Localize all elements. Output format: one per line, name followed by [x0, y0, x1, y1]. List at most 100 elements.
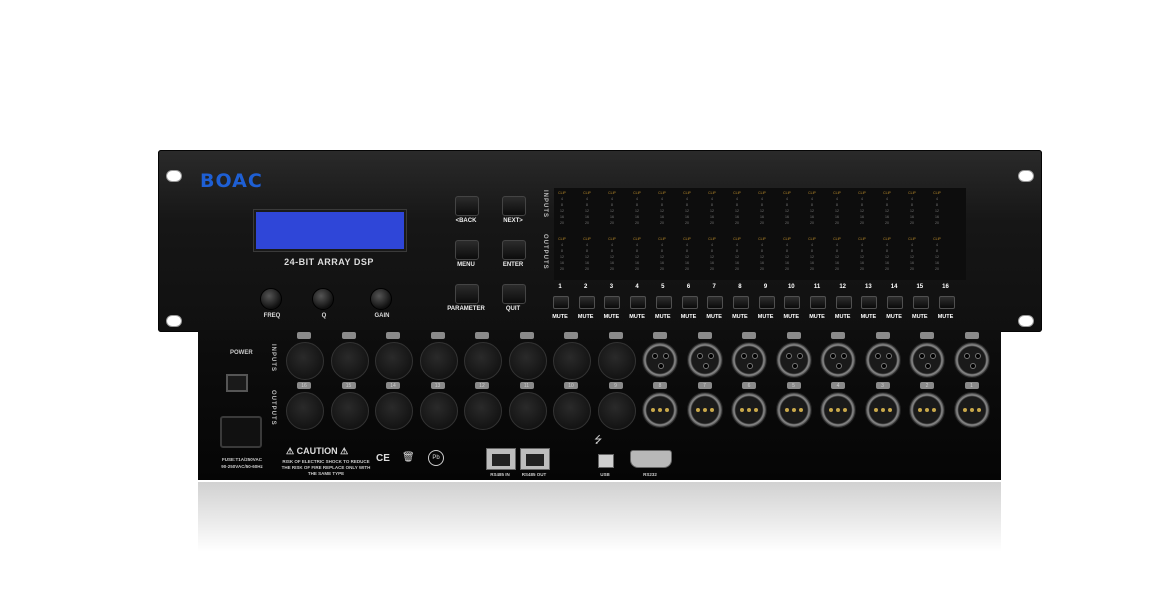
- blank-plate[interactable]: [375, 342, 413, 380]
- xlr-female-connector[interactable]: [686, 342, 723, 378]
- blank-plate[interactable]: [508, 392, 547, 430]
- blank-plate[interactable]: [464, 392, 502, 430]
- xlr-female-connector[interactable]: [775, 342, 812, 378]
- mute-label: MUTE: [886, 314, 902, 320]
- mute-button-2[interactable]: [578, 296, 595, 309]
- connector-pin: [791, 363, 798, 369]
- mute-button-11[interactable]: [810, 296, 826, 309]
- blank-plate[interactable]: [597, 392, 636, 430]
- xlr-male-connector[interactable]: [642, 392, 678, 428]
- mute-button-6[interactable]: [681, 296, 698, 309]
- mute-button-5[interactable]: [655, 296, 672, 309]
- xlr-female-connector[interactable]: [820, 342, 856, 378]
- xlr-female-connector[interactable]: [953, 342, 990, 378]
- connector-pin: [841, 353, 847, 359]
- rs485-out-port[interactable]: [520, 448, 550, 470]
- q-knob[interactable]: [312, 288, 334, 310]
- xlr-male-connector[interactable]: [686, 392, 723, 428]
- connector-pin: [887, 408, 892, 412]
- usb-port[interactable]: [598, 454, 614, 468]
- output-number: 3: [881, 383, 884, 389]
- back-button[interactable]: [455, 196, 479, 216]
- xlr-male-connector[interactable]: [864, 392, 901, 428]
- channel-number: 8: [738, 284, 742, 290]
- connector-pin: [798, 408, 803, 412]
- mute-button-3[interactable]: [604, 296, 621, 309]
- meter-column: CLIP 4 8 12 16 20: [579, 236, 595, 272]
- channel-number: 13: [865, 284, 872, 290]
- meter-scale-label: 20: [610, 267, 614, 271]
- lcd-display: [254, 210, 406, 251]
- mute-button-16[interactable]: [938, 296, 955, 309]
- xlr-male-connector[interactable]: [909, 392, 945, 428]
- mute-button-15[interactable]: [912, 296, 929, 309]
- connector-latch: [964, 332, 979, 339]
- mute-button-13[interactable]: [861, 296, 878, 309]
- mute-button-4[interactable]: [630, 296, 647, 309]
- blank-plate[interactable]: [286, 342, 324, 380]
- mute-label: MUTE: [655, 314, 671, 320]
- model-label: 24-BIT ARRAY DSP: [284, 257, 374, 267]
- mute-label: MUTE: [912, 314, 928, 320]
- mute-label: MUTE: [783, 314, 800, 320]
- meter-scale-label: 20: [885, 267, 889, 271]
- meter-scale-label: 20: [810, 221, 814, 225]
- power-label: POWER: [230, 350, 253, 356]
- xlr-male-connector[interactable]: [731, 392, 767, 428]
- meter-column: CLIP 4 8 12 16 20: [654, 236, 670, 272]
- caution-text: RISK OF ELECTRIC SHOCK TO REDUCE THE RIS…: [281, 459, 371, 476]
- parameter-button[interactable]: [455, 284, 479, 304]
- mute-button-10[interactable]: [784, 296, 801, 309]
- rs485-in-port[interactable]: [486, 448, 516, 470]
- channel-number: 5: [661, 284, 665, 290]
- blank-plate[interactable]: [330, 392, 369, 430]
- xlr-female-connector[interactable]: [642, 342, 678, 378]
- blank-plate[interactable]: [464, 342, 502, 380]
- output-number: 4: [836, 383, 840, 389]
- meter-column: CLIP 4 8 12 16 20: [629, 236, 645, 272]
- channel-number: 9: [763, 284, 768, 290]
- mute-button-9[interactable]: [758, 296, 775, 309]
- blank-plate[interactable]: [286, 392, 324, 430]
- blank-plate[interactable]: [553, 342, 591, 380]
- quit-button[interactable]: [502, 284, 526, 304]
- output-number: 1: [970, 383, 973, 389]
- meter-scale-label: 20: [835, 267, 839, 271]
- next-button[interactable]: [502, 196, 526, 216]
- xlr-male-connector[interactable]: [775, 392, 812, 428]
- channel-number: 15: [916, 284, 924, 290]
- connector-latch: [786, 332, 801, 339]
- xlr-male-connector[interactable]: [953, 392, 990, 428]
- blank-plate[interactable]: [553, 392, 591, 430]
- output-number: 10: [568, 383, 574, 389]
- mute-button-14[interactable]: [887, 296, 904, 309]
- gain-knob[interactable]: [370, 288, 392, 310]
- connector-latch: [341, 332, 356, 339]
- enter-button-label: ENTER: [502, 262, 524, 268]
- mute-label: MUTE: [680, 314, 697, 320]
- freq-knob[interactable]: [260, 288, 282, 310]
- meter-scale-label: 20: [685, 221, 689, 225]
- next-button-label: NEXT>: [503, 218, 523, 224]
- blank-plate[interactable]: [330, 342, 369, 380]
- enter-button[interactable]: [502, 240, 526, 260]
- rs232-port[interactable]: [630, 450, 672, 468]
- mute-button-12[interactable]: [835, 296, 852, 309]
- xlr-female-connector[interactable]: [731, 342, 767, 378]
- blank-plate[interactable]: [597, 342, 636, 380]
- blank-plate[interactable]: [419, 392, 458, 430]
- blank-plate[interactable]: [375, 392, 413, 430]
- blank-plate[interactable]: [419, 342, 458, 380]
- mute-button-7[interactable]: [707, 296, 724, 309]
- output-number: 13: [434, 383, 441, 389]
- mute-button-8[interactable]: [732, 296, 749, 309]
- power-switch[interactable]: [226, 374, 248, 392]
- xlr-male-connector[interactable]: [820, 392, 856, 428]
- connector-latch: [831, 332, 845, 339]
- blank-plate[interactable]: [508, 342, 547, 380]
- channel-number: 3: [609, 284, 614, 290]
- mute-button-1[interactable]: [553, 296, 569, 309]
- menu-button[interactable]: [455, 240, 479, 260]
- xlr-female-connector[interactable]: [864, 342, 901, 378]
- xlr-female-connector[interactable]: [909, 342, 945, 378]
